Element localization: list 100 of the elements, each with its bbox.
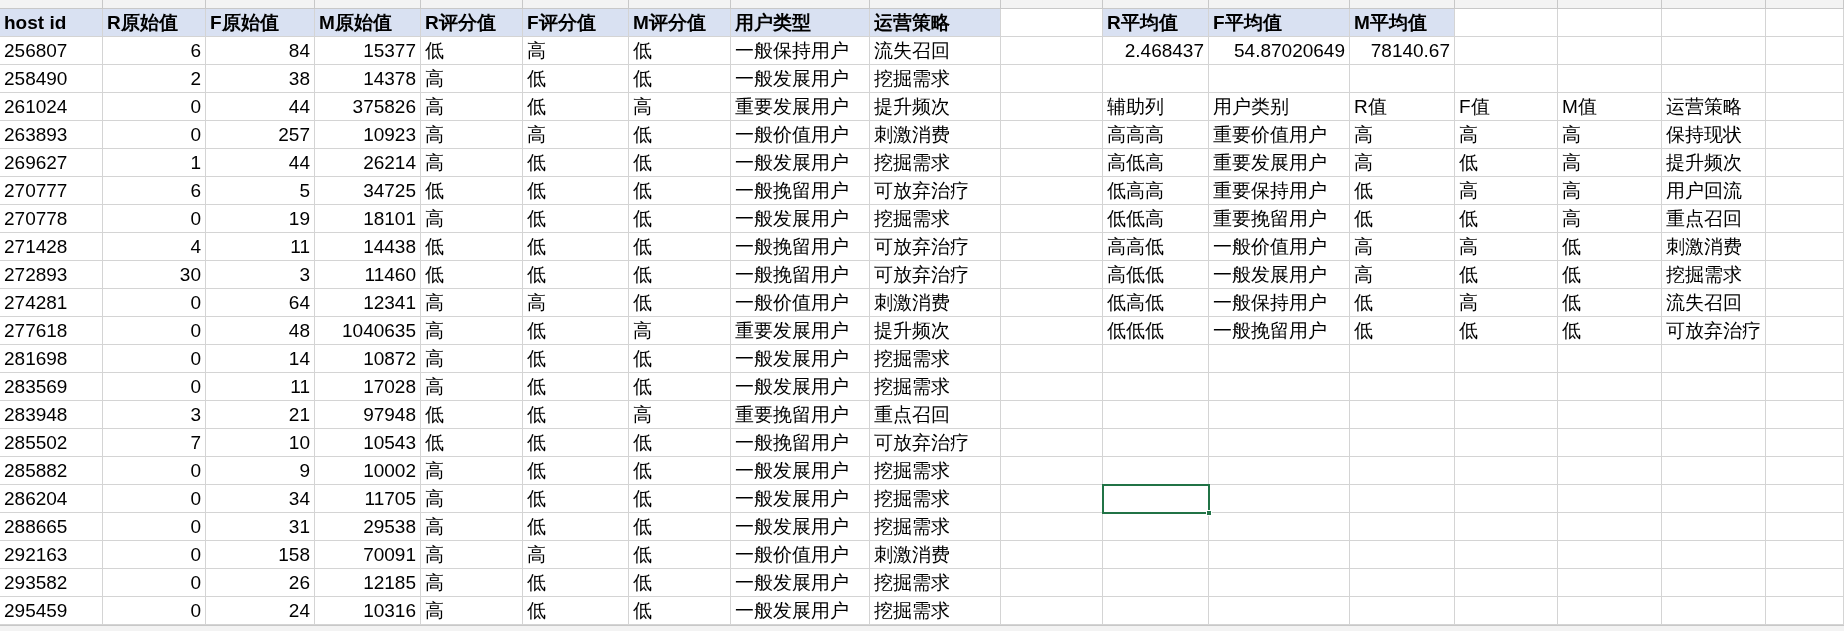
- table-cell: 10002: [315, 457, 421, 485]
- column-header: M评分值: [629, 9, 731, 37]
- table-cell: 一般发展用户: [731, 65, 870, 93]
- table-cell: 一般发展用户: [731, 149, 870, 177]
- table-cell: 高: [421, 205, 523, 233]
- column-header: R平均值: [1103, 9, 1209, 37]
- table-cell: 10923: [315, 121, 421, 149]
- table-cell: 一般保持用户: [1209, 289, 1350, 317]
- table-cell: 9: [206, 457, 315, 485]
- table-cell: 高: [629, 401, 731, 429]
- table-cell: 挖掘需求: [870, 485, 1001, 513]
- table-cell: M值: [1558, 93, 1662, 121]
- table-cell: 低: [629, 289, 731, 317]
- table-cell: 10543: [315, 429, 421, 457]
- table-cell: 低: [523, 233, 629, 261]
- table-cell: 刺激消费: [870, 541, 1001, 569]
- table-cell: 70091: [315, 541, 421, 569]
- table-cell: 重要价值用户: [1209, 121, 1350, 149]
- table-cell: 重要保持用户: [1209, 177, 1350, 205]
- table-cell: 一般保持用户: [731, 37, 870, 65]
- table-cell: 高: [1558, 177, 1662, 205]
- column-header: F平均值: [1209, 9, 1350, 37]
- table-cell: 21: [206, 401, 315, 429]
- table-cell: 高: [523, 37, 629, 65]
- table-cell: 低: [629, 373, 731, 401]
- table-cell: 一般挽留用户: [731, 177, 870, 205]
- table-cell: 低: [1455, 317, 1558, 345]
- table-cell: 44: [206, 93, 315, 121]
- table-cell: 292163: [0, 541, 103, 569]
- table-cell: 11460: [315, 261, 421, 289]
- table-cell: 14378: [315, 65, 421, 93]
- table-cell: 11: [206, 373, 315, 401]
- table-cell: 高高低: [1103, 233, 1209, 261]
- table-cell: 一般价值用户: [731, 289, 870, 317]
- table-cell: 低: [1350, 177, 1455, 205]
- table-cell: 14: [206, 345, 315, 373]
- table-cell: 低: [629, 121, 731, 149]
- table-cell: 低: [523, 93, 629, 121]
- table-cell: 重点召回: [1662, 205, 1766, 233]
- table-cell: 0: [103, 373, 206, 401]
- table-cell: 283569: [0, 373, 103, 401]
- table-cell: 低: [629, 569, 731, 597]
- table-cell: 可放弃治疗: [870, 233, 1001, 261]
- table-cell: 高: [1558, 149, 1662, 177]
- table-cell: 低: [523, 401, 629, 429]
- table-cell: 低: [421, 177, 523, 205]
- table-cell: 低: [629, 513, 731, 541]
- table-cell: 挖掘需求: [870, 149, 1001, 177]
- table-cell: 34: [206, 485, 315, 513]
- table-cell: 低: [1558, 233, 1662, 261]
- table-cell: 31: [206, 513, 315, 541]
- table-cell: 运营策略: [1662, 93, 1766, 121]
- table-cell: 低: [629, 149, 731, 177]
- table-cell: 用户回流: [1662, 177, 1766, 205]
- table-cell: 15377: [315, 37, 421, 65]
- table-cell: 重要挽留用户: [731, 401, 870, 429]
- table-cell: 辅助列: [1103, 93, 1209, 121]
- table-cell: R值: [1350, 93, 1455, 121]
- table-cell: 刺激消费: [870, 289, 1001, 317]
- table-cell: 低: [523, 205, 629, 233]
- table-cell: 高: [629, 317, 731, 345]
- table-cell: 270778: [0, 205, 103, 233]
- table-cell: 285502: [0, 429, 103, 457]
- table-cell: 一般发展用户: [731, 205, 870, 233]
- fill-handle[interactable]: [1206, 510, 1212, 516]
- table-cell: 1: [103, 149, 206, 177]
- column-header: host id: [0, 9, 103, 37]
- table-cell: 低: [523, 485, 629, 513]
- table-cell: 270777: [0, 177, 103, 205]
- table-cell: 重点召回: [870, 401, 1001, 429]
- table-cell: 高: [421, 373, 523, 401]
- table-cell: 低: [523, 457, 629, 485]
- table-cell: 26: [206, 569, 315, 597]
- table-cell: 低: [1350, 289, 1455, 317]
- table-cell: 285882: [0, 457, 103, 485]
- table-cell: 263893: [0, 121, 103, 149]
- table-cell: 低: [1350, 317, 1455, 345]
- table-cell: 11705: [315, 485, 421, 513]
- table-cell: 高: [421, 289, 523, 317]
- table-cell: 5: [206, 177, 315, 205]
- table-cell: 高: [421, 485, 523, 513]
- table-cell: 高: [421, 93, 523, 121]
- table-cell: 高: [421, 513, 523, 541]
- table-cell: 高: [421, 121, 523, 149]
- table-cell: 10872: [315, 345, 421, 373]
- table-cell: 挖掘需求: [870, 345, 1001, 373]
- table-cell: 可放弃治疗: [870, 261, 1001, 289]
- table-cell: 26214: [315, 149, 421, 177]
- table-cell: 高: [1455, 177, 1558, 205]
- table-cell: 3: [206, 261, 315, 289]
- table-cell: 44: [206, 149, 315, 177]
- table-cell: 刺激消费: [870, 121, 1001, 149]
- active-cell[interactable]: [1103, 485, 1209, 513]
- table-cell: 一般发展用户: [731, 345, 870, 373]
- table-cell: 高: [421, 317, 523, 345]
- table-cell: 375826: [315, 93, 421, 121]
- table-cell: 12341: [315, 289, 421, 317]
- table-cell: 97948: [315, 401, 421, 429]
- table-cell: 一般价值用户: [1209, 233, 1350, 261]
- column-header: F评分值: [523, 9, 629, 37]
